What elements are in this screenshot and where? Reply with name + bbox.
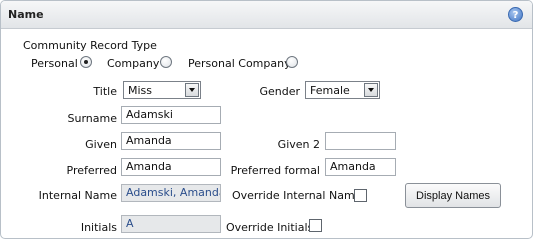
given2-input[interactable] — [325, 132, 396, 150]
given-input[interactable]: Amanda — [121, 132, 221, 150]
title-select-value: Miss — [128, 84, 153, 97]
override-internal-name-checkbox[interactable] — [354, 189, 367, 202]
preferred-formal-label: Preferred formal — [230, 164, 320, 177]
chevron-down-icon[interactable] — [364, 83, 378, 97]
gender-label: Gender — [259, 85, 300, 98]
surname-label: Surname — [67, 112, 117, 125]
given-label: Given — [85, 138, 117, 151]
gender-select[interactable]: Female — [305, 81, 380, 99]
name-panel: Name ? Community Record Type Personal Co… — [0, 0, 533, 239]
initials-label: Initials — [80, 221, 117, 234]
radio-personal-label: Personal — [31, 57, 78, 70]
preferred-formal-input[interactable]: Amanda — [325, 158, 396, 176]
title-select[interactable]: Miss — [123, 81, 201, 99]
given2-label: Given 2 — [277, 138, 320, 151]
gender-select-value: Female — [310, 84, 350, 97]
override-internal-name-label: Override Internal Name — [232, 189, 362, 202]
radio-company-label: Company — [107, 57, 160, 70]
record-type-label: Community Record Type — [23, 39, 157, 52]
title-label: Title — [93, 85, 117, 98]
help-icon[interactable]: ? — [508, 7, 523, 22]
radio-company[interactable] — [160, 56, 172, 68]
preferred-label: Preferred — [66, 164, 118, 177]
internal-name-label: Internal Name — [38, 189, 117, 202]
surname-input[interactable]: Adamski — [121, 106, 221, 124]
preferred-input[interactable]: Amanda — [121, 158, 221, 176]
panel-title: Name — [8, 8, 44, 21]
initials-field: A — [121, 215, 221, 233]
override-initials-checkbox[interactable] — [309, 219, 322, 232]
chevron-down-icon[interactable] — [185, 83, 199, 97]
panel-header: Name ? — [1, 1, 532, 29]
display-names-button[interactable]: Display Names — [405, 183, 501, 208]
radio-personal-company[interactable] — [286, 56, 298, 68]
internal-name-field: Adamski, Amanda — [121, 184, 221, 202]
radio-personal[interactable] — [80, 56, 92, 68]
override-initials-label: Override Initials — [226, 221, 314, 234]
radio-personal-company-label: Personal Company — [188, 57, 291, 70]
